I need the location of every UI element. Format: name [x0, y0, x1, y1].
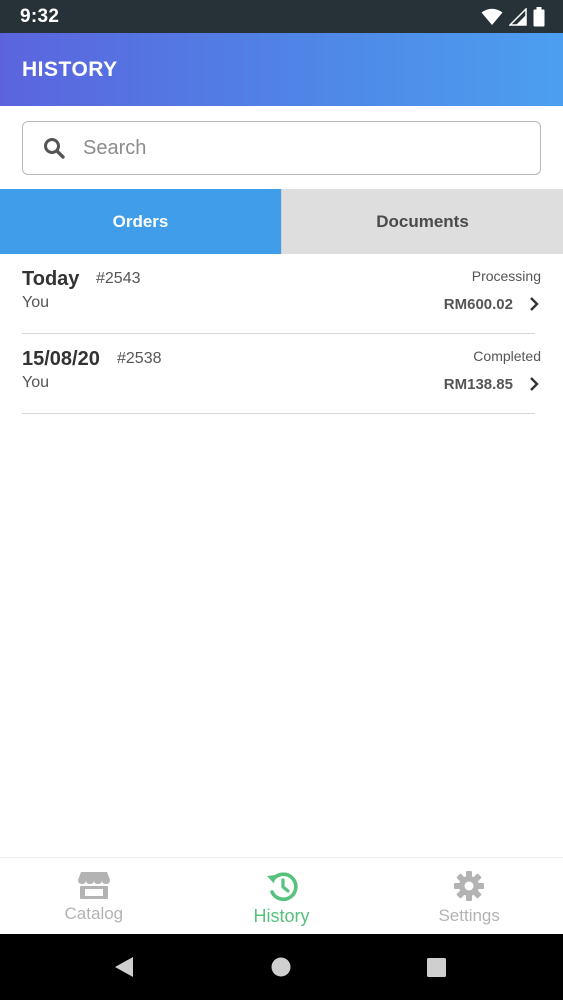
- order-date: Today: [22, 268, 80, 290]
- order-user: You: [22, 294, 49, 311]
- history-icon: [266, 872, 298, 902]
- tab-documents[interactable]: Documents: [281, 189, 563, 254]
- order-status: Processing: [471, 268, 541, 284]
- app-bar: HISTORY: [0, 33, 563, 106]
- nav-history[interactable]: History: [188, 858, 376, 934]
- nav-catalog[interactable]: Catalog: [0, 858, 188, 934]
- order-number: #2543: [96, 270, 141, 287]
- order-list: Today #2543 You Processing RM600.02 15/0…: [0, 254, 563, 414]
- wifi-icon: [481, 8, 503, 25]
- home-icon[interactable]: [271, 957, 291, 977]
- nav-catalog-label: Catalog: [64, 904, 124, 923]
- page-title: HISTORY: [22, 57, 118, 81]
- order-number: #2538: [117, 350, 162, 367]
- battery-icon: [533, 6, 545, 26]
- chevron-right-icon: [530, 377, 539, 391]
- order-row[interactable]: 15/08/20 #2538 You Completed RM138.85: [22, 334, 541, 414]
- nav-settings-label: Settings: [438, 906, 500, 925]
- recents-icon[interactable]: [427, 958, 446, 977]
- chevron-right-icon: [530, 297, 539, 311]
- order-user: You: [22, 374, 49, 391]
- status-bar: 9:32: [0, 0, 563, 33]
- cell-signal-icon: [509, 7, 527, 26]
- gear-icon: [454, 871, 485, 901]
- order-row[interactable]: Today #2543 You Processing RM600.02: [22, 254, 541, 334]
- order-amount: RM138.85: [443, 376, 513, 393]
- status-time: 9:32: [20, 5, 60, 27]
- status-icons: [481, 6, 545, 27]
- order-date: 15/08/20: [22, 348, 100, 370]
- order-status: Completed: [473, 348, 541, 364]
- order-amount: RM600.02: [443, 296, 513, 313]
- nav-settings[interactable]: Settings: [375, 858, 563, 934]
- store-icon: [77, 872, 110, 899]
- system-nav-bar: [0, 934, 563, 1000]
- search-input[interactable]: [83, 136, 503, 160]
- tab-orders[interactable]: Orders: [0, 189, 281, 254]
- bottom-nav: Catalog History Settings: [0, 857, 563, 934]
- back-icon[interactable]: [114, 956, 134, 978]
- nav-history-label: History: [253, 906, 310, 926]
- search-box[interactable]: [22, 121, 541, 175]
- search-icon: [44, 138, 65, 159]
- tab-bar: Orders Documents: [0, 189, 563, 254]
